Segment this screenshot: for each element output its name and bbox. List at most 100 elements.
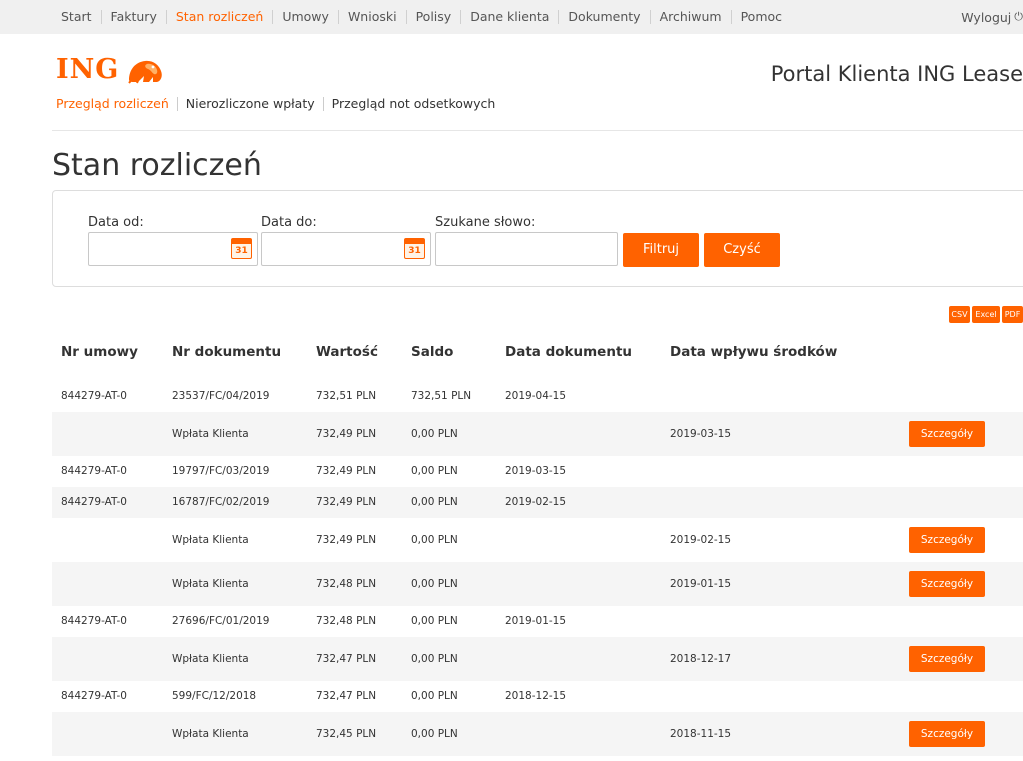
details-button[interactable]: Szczegóły [909, 571, 985, 597]
nav-item-pomoc[interactable]: Pomoc [730, 10, 791, 24]
logout-link[interactable]: Wyloguj ⏻ [961, 0, 1023, 34]
cell-document: 16787/FC/02/2019 [172, 496, 270, 508]
nav-item-dane-klienta[interactable]: Dane klienta [460, 10, 558, 24]
column-header-nr-umowy[interactable]: Nr umowy [61, 344, 138, 360]
cell-contract: 844279-AT-0 [61, 465, 127, 477]
calendar-icon[interactable]: 31 [231, 238, 252, 259]
cell-balance: 0,00 PLN [411, 653, 458, 665]
cell-value: 732,49 PLN [316, 534, 377, 546]
nav-item-wnioski[interactable]: Wnioski [337, 10, 406, 24]
cell-value: 732,49 PLN [316, 428, 377, 440]
table-row: Wpłata Klienta 732,47 PLN 0,00 PLN 2018-… [52, 637, 1023, 681]
logo-text: ING [56, 54, 120, 85]
cell-value: 732,48 PLN [316, 615, 377, 627]
cell-value: 732,45 PLN [316, 728, 377, 740]
cell-balance: 0,00 PLN [411, 615, 458, 627]
cell-payment-date: 2019-03-15 [670, 428, 732, 440]
clear-button[interactable]: Czyść [704, 233, 780, 267]
cell-document: Wpłata Klienta [172, 534, 249, 546]
details-button[interactable]: Szczegóły [909, 646, 985, 672]
cell-document: Wpłata Klienta [172, 428, 249, 440]
column-header-nr-dokumentu[interactable]: Nr dokumentu [172, 344, 281, 360]
cell-balance: 0,00 PLN [411, 496, 458, 508]
table-header: Nr umowy Nr dokumentu Wartość Saldo Data… [0, 341, 1023, 365]
cell-value: 732,47 PLN [316, 690, 377, 702]
column-header-saldo[interactable]: Saldo [411, 344, 453, 360]
filter-button[interactable]: Filtruj [623, 233, 699, 267]
nav-item-faktury[interactable]: Faktury [100, 10, 166, 24]
cell-contract: 844279-AT-0 [61, 615, 127, 627]
cell-doc-date: 2019-01-15 [505, 615, 567, 627]
table-row: Wpłata Klienta 732,45 PLN 0,00 PLN 2018-… [52, 712, 1023, 756]
cell-balance: 732,51 PLN [411, 390, 472, 402]
filter-panel: Data od: 31 Data do: 31 Szukane słowo: F… [52, 190, 1023, 287]
cell-balance: 0,00 PLN [411, 578, 458, 590]
date-from-field[interactable]: 31 [88, 232, 258, 266]
cell-payment-date: 2018-12-17 [670, 653, 732, 665]
details-button[interactable]: Szczegóły [909, 721, 985, 747]
cell-value: 732,49 PLN [316, 465, 377, 477]
table-row: 844279-AT-0 599/FC/12/2018 732,47 PLN 0,… [52, 681, 1023, 712]
search-label: Szukane słowo: [435, 215, 536, 230]
cell-doc-date: 2019-04-15 [505, 390, 567, 402]
calendar-icon[interactable]: 31 [404, 238, 425, 259]
top-navigation-bar: Start Faktury Stan rozliczeń Umowy Wnios… [0, 0, 1023, 34]
table-row: 844279-AT-0 23537/FC/04/2019 732,51 PLN … [52, 381, 1023, 412]
cell-document: Wpłata Klienta [172, 728, 249, 740]
cell-payment-date: 2019-01-15 [670, 578, 732, 590]
cell-payment-date: 2019-02-15 [670, 534, 732, 546]
cell-document: 599/FC/12/2018 [172, 690, 257, 702]
search-input[interactable] [435, 232, 618, 266]
nav-item-archiwum[interactable]: Archiwum [649, 10, 731, 24]
details-button[interactable]: Szczegóły [909, 527, 985, 553]
cell-doc-date: 2018-12-15 [505, 690, 567, 702]
cell-payment-date: 2018-11-15 [670, 728, 732, 740]
cell-value: 732,49 PLN [316, 496, 377, 508]
cell-document: Wpłata Klienta [172, 653, 249, 665]
export-csv-button[interactable]: CSV [949, 306, 970, 323]
nav-item-start[interactable]: Start [52, 10, 101, 24]
cell-document: 27696/FC/01/2019 [172, 615, 270, 627]
cell-balance: 0,00 PLN [411, 534, 458, 546]
cell-contract: 844279-AT-0 [61, 390, 127, 402]
cell-balance: 0,00 PLN [411, 690, 458, 702]
export-pdf-button[interactable]: PDF [1002, 306, 1023, 323]
cell-document: 23537/FC/04/2019 [172, 390, 270, 402]
cell-value: 732,48 PLN [316, 578, 377, 590]
column-header-data-wplywu[interactable]: Data wpływu środków [670, 344, 837, 360]
table-row: 844279-AT-0 19797/FC/03/2019 732,49 PLN … [52, 456, 1023, 487]
export-excel-button[interactable]: Excel [972, 306, 1000, 323]
cell-balance: 0,00 PLN [411, 428, 458, 440]
cell-document: Wpłata Klienta [172, 578, 249, 590]
subnav-item-nierozliczone-wplaty[interactable]: Nierozliczone wpłaty [176, 97, 323, 111]
cell-contract: 844279-AT-0 [61, 496, 127, 508]
power-icon: ⏻ [1014, 10, 1023, 23]
cell-doc-date: 2019-02-15 [505, 496, 567, 508]
date-to-field[interactable]: 31 [261, 232, 431, 266]
nav-item-dokumenty[interactable]: Dokumenty [558, 10, 649, 24]
sub-navigation: Przegląd rozliczeń Nierozliczone wpłaty … [56, 97, 503, 111]
table-row: Wpłata Klienta 732,48 PLN 0,00 PLN 2019-… [52, 562, 1023, 606]
header-divider [52, 130, 1023, 131]
calendar-day: 31 [235, 246, 248, 256]
subnav-item-przeglad-not[interactable]: Przegląd not odsetkowych [322, 97, 504, 111]
calendar-day: 31 [408, 246, 421, 256]
nav-item-stan-rozliczen[interactable]: Stan rozliczeń [165, 10, 272, 24]
cell-doc-date: 2019-03-15 [505, 465, 567, 477]
column-header-data-dokumentu[interactable]: Data dokumentu [505, 344, 632, 360]
table-row: Wpłata Klienta 732,49 PLN 0,00 PLN 2019-… [52, 518, 1023, 562]
subnav-item-przeglad-rozliczen[interactable]: Przegląd rozliczeń [56, 97, 177, 111]
cell-balance: 0,00 PLN [411, 728, 458, 740]
nav-item-polisy[interactable]: Polisy [405, 10, 461, 24]
date-from-label: Data od: [88, 215, 144, 230]
details-button[interactable]: Szczegóły [909, 421, 985, 447]
page-title: Stan rozliczeń [52, 148, 262, 183]
cell-value: 732,47 PLN [316, 653, 377, 665]
portal-title: Portal Klienta ING Lease [770, 62, 1023, 86]
cell-document: 19797/FC/03/2019 [172, 465, 270, 477]
column-header-wartosc[interactable]: Wartość [316, 344, 378, 360]
cell-contract: 844279-AT-0 [61, 690, 127, 702]
ing-logo[interactable]: ING [56, 54, 167, 85]
nav-item-umowy[interactable]: Umowy [272, 10, 338, 24]
main-nav: Start Faktury Stan rozliczeń Umowy Wnios… [52, 0, 791, 34]
